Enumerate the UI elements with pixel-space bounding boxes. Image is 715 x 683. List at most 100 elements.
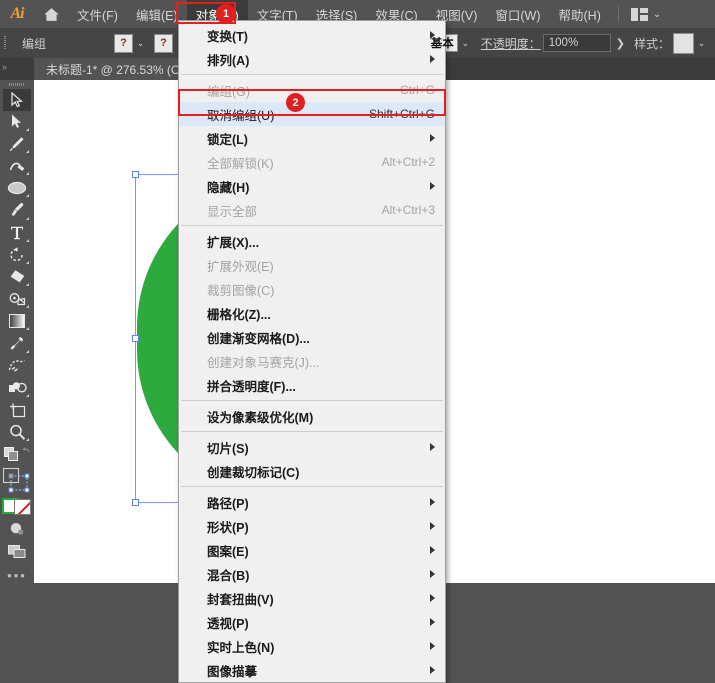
menu-entry-label: 锁定(L) [207, 132, 248, 147]
annotation-badge-1: 1 [216, 4, 236, 24]
arrange-objects-tool[interactable] [2, 443, 32, 465]
menu-entry-crop-image: 裁剪图像(C) [179, 277, 445, 301]
menu-entry-shape[interactable]: 形状(P) [179, 514, 445, 538]
menu-entry-arrange[interactable]: 排列(A) [179, 47, 445, 71]
fill-and-stroke-swatches[interactable] [2, 498, 32, 516]
opacity-flyout-arrow-icon[interactable]: ❯ [611, 37, 630, 50]
menu-entry-live-paint[interactable]: 实时上色(N) [179, 634, 445, 658]
eraser-tool[interactable] [3, 266, 31, 288]
scale-icon [9, 293, 26, 306]
menu-entry-flatten-transparency[interactable]: 拼合透明度(F)... [179, 373, 445, 397]
pen-nib-icon [9, 137, 24, 152]
menu-entry-transform[interactable]: 变换(T) [179, 23, 445, 47]
menu-separator [181, 400, 443, 401]
annotation-badge-2: 2 [286, 93, 305, 112]
selection-arrow-icon [10, 91, 23, 108]
selection-handle-bottom-left[interactable] [132, 499, 139, 506]
menu-entry-label: 全部解锁(K) [207, 156, 274, 171]
menu-entry-label: 设为像素级优化(M) [207, 410, 314, 425]
menu-item-file[interactable]: 文件(F) [68, 0, 127, 28]
ellipse-tool[interactable] [3, 177, 31, 199]
tool-flyout-indicator [26, 305, 29, 309]
screen-mode-button[interactable] [3, 540, 31, 562]
menu-entry-image-trace[interactable]: 图像描摹 [179, 658, 445, 682]
home-icon[interactable] [34, 0, 68, 28]
stroke-color-swatch[interactable]: ? [154, 33, 174, 53]
tool-flyout-indicator [26, 172, 29, 176]
scale-tool[interactable] [3, 288, 31, 310]
style-dropdown-caret-icon[interactable]: ⌄ [694, 35, 709, 52]
rotate-tool[interactable] [3, 244, 31, 266]
menu-entry-label: 扩展(X)... [207, 235, 260, 250]
graphic-style-swatch[interactable] [673, 32, 694, 54]
tools-panel: ••• [0, 80, 34, 583]
submenu-arrow-icon [430, 134, 435, 142]
menu-entry-envelope-distort[interactable]: 封套扭曲(V) [179, 586, 445, 610]
document-tab[interactable]: 未标题-1* @ 276.53% (C [34, 58, 192, 80]
eyedropper-tool[interactable] [3, 332, 31, 354]
more-tools-icon[interactable]: ••• [7, 568, 27, 583]
menu-entry-slice[interactable]: 切片(S) [179, 435, 445, 459]
screen-mode-icon [8, 544, 26, 558]
menu-item-window[interactable]: 窗口(W) [486, 0, 549, 28]
layout-glyph [630, 7, 648, 21]
menu-entry-label: 混合(B) [207, 568, 250, 583]
stroke-none-swatch[interactable] [14, 499, 31, 516]
menu-entry-hide[interactable]: 隐藏(H) [179, 174, 445, 198]
submenu-arrow-icon [430, 182, 435, 190]
menu-entry-label: 图案(E) [207, 544, 249, 559]
selection-tool[interactable] [3, 88, 31, 111]
menu-entry-create-trim-marks[interactable]: 创建裁切标记(C) [179, 459, 445, 483]
home-glyph [43, 7, 59, 21]
selection-type-label: 编组 [22, 36, 47, 51]
menu-item-file-label: 文件(F) [77, 8, 118, 23]
fill-color-swatch[interactable]: ? [114, 33, 134, 53]
tool-flyout-indicator [26, 194, 29, 198]
gradient-tool[interactable] [3, 310, 31, 332]
selection-handle-top-left[interactable] [132, 171, 139, 178]
menu-entry-pattern[interactable]: 图案(E) [179, 538, 445, 562]
menubar-divider [617, 6, 619, 22]
tool-flyout-indicator [26, 127, 29, 131]
menu-entry-path[interactable]: 路径(P) [179, 490, 445, 514]
menu-entry-accel: Alt+Ctrl+2 [381, 155, 435, 169]
paintbrush-icon [11, 203, 24, 217]
menu-entry-lock[interactable]: 锁定(L) [179, 126, 445, 150]
illustrator-logo-icon: Ai [10, 5, 24, 22]
rotate-arrow-icon [10, 247, 23, 261]
tools-panel-grip[interactable] [0, 80, 34, 89]
shape-builder-tool[interactable] [3, 377, 31, 399]
menu-entry-make-pixel-perfect[interactable]: 设为像素级优化(M) [179, 404, 445, 428]
menu-entry-expand[interactable]: 扩展(X)... [179, 229, 445, 253]
stroke-swatch-label: ? [160, 37, 167, 49]
tab-bar-grip[interactable]: » [2, 62, 16, 76]
stroke-profile-caret-icon[interactable]: ⌄ [458, 35, 473, 52]
curvature-tool[interactable] [3, 155, 31, 177]
fill-dropdown-caret-icon[interactable]: ⌄ [133, 35, 148, 52]
transform-tool[interactable] [2, 465, 32, 495]
selection-handle-middle-left[interactable] [132, 334, 139, 342]
menu-entry-accel: Alt+Ctrl+3 [381, 203, 435, 217]
blend-tool[interactable] [3, 355, 31, 377]
object-dropdown-menu[interactable]: 变换(T) 排列(A) 编组(G) Ctrl+G 取消编组(U) Shift+C… [178, 20, 446, 683]
menu-item-help[interactable]: 帮助(H) [550, 0, 610, 28]
menu-entry-label: 拼合透明度(F)... [207, 379, 296, 394]
direct-selection-tool[interactable] [3, 111, 31, 133]
control-bar-grip[interactable] [0, 28, 10, 58]
drawing-mode-button[interactable] [3, 518, 31, 540]
menu-entry-label: 裁剪图像(C) [207, 283, 275, 298]
menu-entry-perspective[interactable]: 透视(P) [179, 610, 445, 634]
zoom-tool[interactable] [3, 421, 31, 443]
artboard-tool[interactable] [3, 399, 31, 421]
menu-entry-create-gradient-mesh[interactable]: 创建渐变网格(D)... [179, 325, 445, 349]
draw-normal-icon [10, 523, 23, 535]
submenu-arrow-icon [430, 498, 435, 506]
annotation-box-ungroup-item [178, 89, 446, 116]
workspace-layout-icon[interactable]: ⌄ [627, 7, 665, 21]
paintbrush-tool[interactable] [3, 199, 31, 221]
pen-tool[interactable] [3, 133, 31, 155]
menu-entry-rasterize[interactable]: 栅格化(Z)... [179, 301, 445, 325]
type-tool[interactable] [3, 222, 31, 244]
opacity-input[interactable]: 100% [542, 34, 611, 52]
menu-entry-blend[interactable]: 混合(B) [179, 562, 445, 586]
